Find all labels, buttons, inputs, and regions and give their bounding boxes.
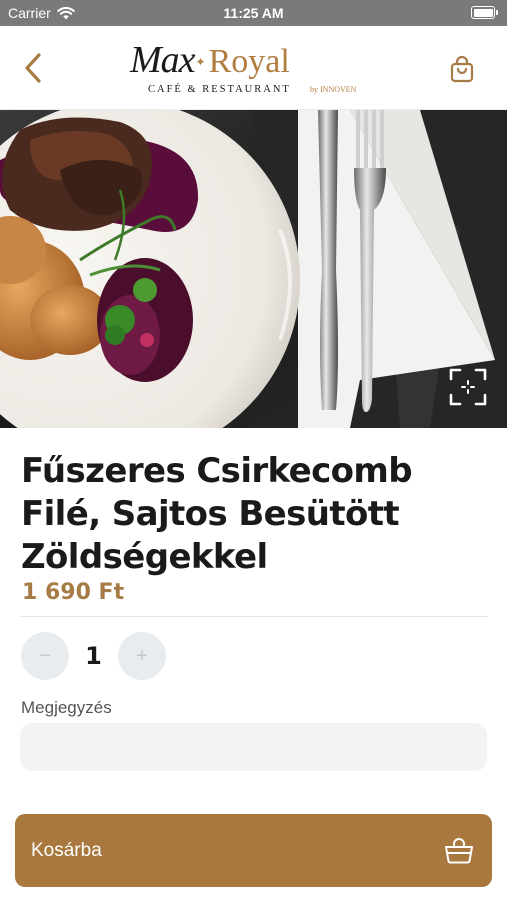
logo-max: Max (130, 39, 196, 81)
product-title: Fűszeres Csirkecomb Filé, Sajtos Besütöt… (21, 451, 413, 577)
back-button[interactable] (16, 50, 50, 86)
logo-star-icon: ✦ (195, 55, 206, 69)
logo-royal: Royal (208, 43, 290, 80)
quantity-stepper: − 1 + (21, 632, 181, 680)
fullscreen-icon (449, 368, 487, 406)
product-price: 1 690 Ft (22, 580, 125, 605)
logo-subtitle: CAFÉ & RESTAURANT (148, 84, 291, 95)
battery-icon (471, 6, 498, 19)
add-to-cart-button[interactable]: Kosárba (15, 814, 492, 887)
note-label: Megjegyzés (21, 698, 112, 717)
minus-icon: − (39, 644, 51, 667)
increase-quantity-button[interactable]: + (118, 632, 166, 680)
status-time: 11:25 AM (223, 5, 284, 21)
status-bar: Carrier 11:25 AM (0, 0, 507, 26)
cart-button[interactable] (445, 52, 479, 86)
header: Max✦Royal CAFÉ & RESTAURANT by INNOVEN (0, 26, 507, 110)
food-photo (0, 110, 507, 428)
restaurant-logo: Max✦Royal CAFÉ & RESTAURANT by INNOVEN (128, 38, 368, 100)
product-image (0, 110, 507, 428)
note-input[interactable] (20, 723, 487, 771)
decrease-quantity-button[interactable]: − (21, 632, 69, 680)
add-to-cart-label: Kosárba (31, 839, 102, 861)
shopping-bag-icon (450, 55, 474, 83)
logo-by: by INNOVEN (310, 85, 357, 94)
chevron-left-icon (25, 53, 41, 83)
basket-icon (445, 837, 473, 863)
divider (21, 616, 488, 617)
quantity-value: 1 (85, 642, 102, 670)
expand-image-button[interactable] (445, 364, 491, 410)
plus-icon: + (136, 644, 148, 667)
